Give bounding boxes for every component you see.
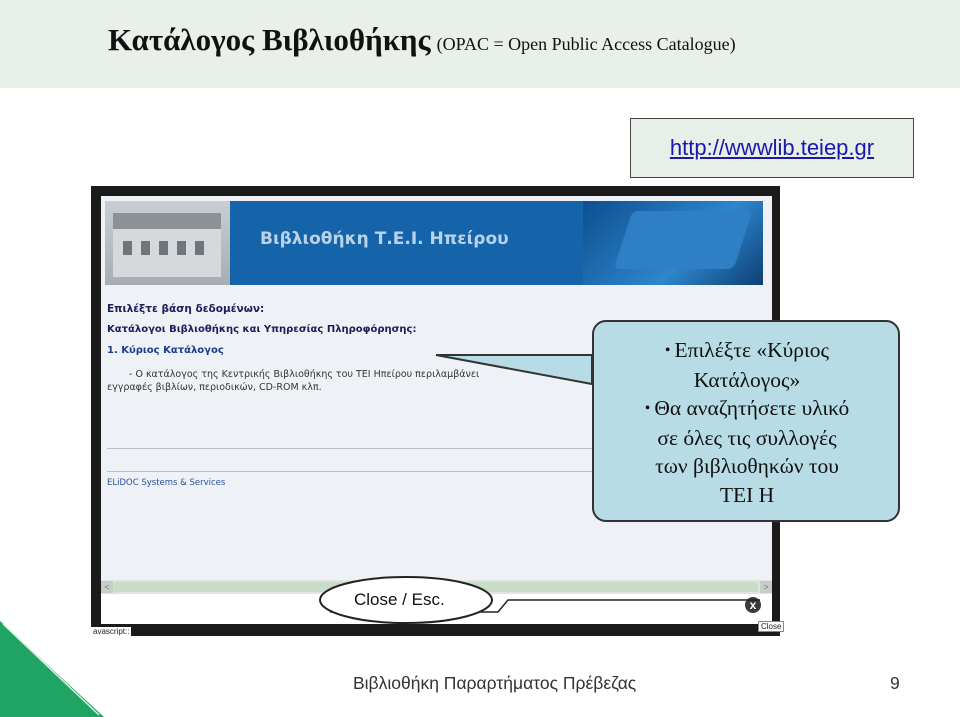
library-building-image [105, 201, 230, 285]
catalog-heading: Κατάλογοι Βιβλιοθήκης και Υπηρεσίας Πληρ… [107, 324, 417, 335]
bullet-icon: • [664, 342, 671, 359]
callout-line-6: ΤΕΙ Η [719, 482, 775, 507]
corner-highlight [2, 623, 100, 716]
library-url-link[interactable]: http://wwwlib.teiep.gr [670, 135, 874, 161]
close-label: Close / Esc. [354, 590, 445, 609]
close-tooltip: Close [758, 621, 785, 632]
callout-line-5: των βιβλιοθηκών του [655, 454, 839, 478]
scroll-left-icon[interactable]: < [101, 581, 113, 593]
catalog-desc-line-2: εγγραφές βιβλίων, περιοδικών, CD-ROM κλπ… [107, 382, 322, 393]
main-catalog-link[interactable]: 1. Κύριος Κατάλογος [107, 345, 224, 356]
callout-line-3: Θα αναζητήσετε υλικό [654, 396, 850, 420]
callout-line-1: Επιλέξτε «Κύριος [674, 338, 830, 362]
slide-footer: Βιβλιοθήκη Παραρτήματος Πρέβεζας [353, 673, 637, 693]
page-number: 9 [890, 673, 900, 693]
bullet-icon: • [644, 400, 651, 417]
callout-text: • Επιλέξτε «Κύριος Κατάλογος» • Θα αναζητή… [600, 336, 894, 509]
close-icon[interactable]: x [745, 597, 761, 613]
callout-line: • Επιλέξτε «Κύριος [600, 336, 894, 366]
portal-banner: Βιβλιοθήκη Τ.Ε.Ι. Ηπείρου [105, 201, 763, 285]
url-box: http://wwwlib.teiep.gr [630, 118, 914, 178]
callout-line-2: Κατάλογος» [693, 367, 801, 392]
slide-title: Κατάλογος Βιβλιοθήκης (OPAC = Open Public… [108, 22, 736, 58]
catalog-desc-line-1: - Ο κατάλογος της Κεντρικής Βιβλιοθήκης … [129, 369, 480, 380]
main-catalog-description: - Ο κατάλογος της Κεντρικής Βιβλιοθήκης … [107, 368, 479, 394]
book-image [583, 201, 763, 285]
status-bar: avascript:: [91, 627, 132, 636]
vendor-link[interactable]: ELiDOC Systems & Services [107, 478, 225, 488]
portal-header-title: Βιβλιοθήκη Τ.Ε.Ι. Ηπείρου [260, 229, 509, 249]
slide-title-main: Κατάλογος Βιβλιοθήκης [108, 22, 431, 57]
callout-line-4: σε όλες τις συλλογές [657, 425, 837, 450]
db-heading: Επιλέξτε βάση δεδομένων: [107, 303, 265, 315]
slide-subtitle: (OPAC = Open Public Access Catalogue) [436, 34, 736, 54]
callout-line: • Θα αναζητήσετε υλικό [600, 394, 894, 424]
scroll-right-icon[interactable]: > [760, 581, 772, 593]
corner-triangle [0, 621, 104, 717]
